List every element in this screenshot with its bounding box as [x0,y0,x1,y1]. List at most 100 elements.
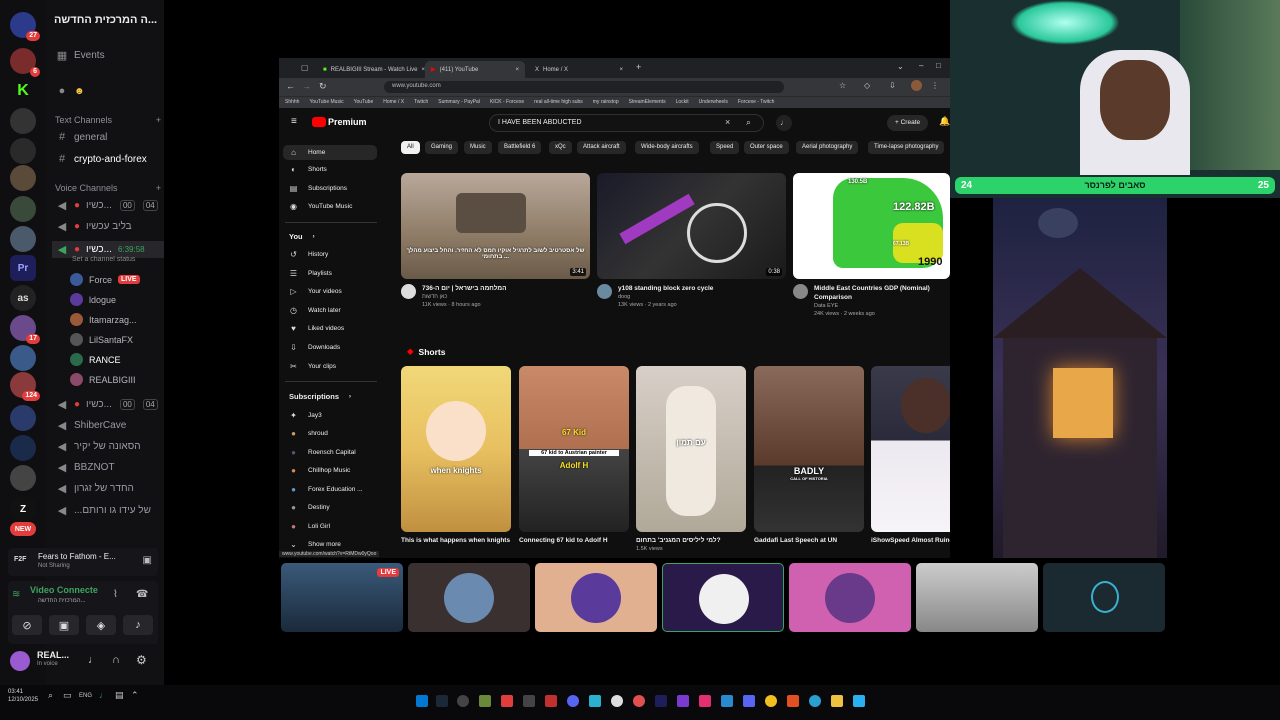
search-icon[interactable]: ⌕ [746,117,751,128]
channel-avatar[interactable] [793,284,808,299]
clear-search-icon[interactable]: × [725,117,730,127]
short-title[interactable]: This is what happens when knights mistak… [401,536,511,545]
add-channel-icon[interactable]: + [156,183,161,193]
soundboard-button[interactable]: ♪ [123,615,153,635]
voice-user[interactable]: RANCE [70,353,121,366]
app-icon[interactable] [501,695,513,707]
menu-icon[interactable]: ⋮ [931,81,939,90]
bookmark-item[interactable]: real all-time high subs [534,99,583,105]
bookmark-item[interactable]: YouTube [354,99,374,105]
activities-button[interactable]: ◈ [86,615,116,635]
app-icon[interactable] [457,695,469,707]
clock[interactable]: 03:41 12/10/2025 [8,688,38,704]
search-icon[interactable]: ⌕ [48,690,53,701]
short-thumbnail[interactable]: 67 Kid 67 kid to Austrian painter Adolf … [519,366,629,532]
edge-icon[interactable] [809,695,821,707]
bookmark-item[interactable]: Twitch [414,99,428,105]
nav-history[interactable]: ↺ History [289,250,328,259]
app-icon[interactable] [633,695,645,707]
participant-tile[interactable] [916,563,1038,632]
url-bar[interactable]: www.youtube.com [384,81,784,93]
video-title[interactable]: Middle East Countries GDP (Nominal) Comp… [814,284,950,302]
app-icon[interactable] [677,695,689,707]
channel-avatar[interactable] [401,284,416,299]
voice-channel[interactable]: ◀ ● כשיו... 00 04 [56,398,162,411]
video-title[interactable]: y108 standing block zero cycle [618,284,713,293]
participant-tile[interactable] [1043,563,1165,632]
server-icon[interactable] [10,405,36,431]
voice-channel[interactable]: ◀ החדר של זגרון [56,482,162,495]
channel-general[interactable]: # general [56,131,162,143]
events-item[interactable]: ▦ Events [56,49,162,62]
channel-avatar[interactable] [597,284,612,299]
voice-channel[interactable]: ◀ BBZNOT [56,461,162,474]
video-card[interactable]: 122.82B 130.5B 67.13B 1990 Middle East C… [793,173,950,318]
youtube-logo-icon[interactable] [312,117,326,127]
bookmark-item[interactable]: KICK - Forcexe [490,99,524,105]
chip[interactable]: Attack aircraft [577,141,626,154]
tab-search-icon[interactable]: ▢ [301,63,309,72]
server-as-icon[interactable]: as [10,285,36,311]
server-icon[interactable] [10,435,36,461]
camera-off-button[interactable]: ⊘ [12,615,42,635]
voice-channels-header[interactable]: Voice Channels + [55,183,161,193]
chip[interactable]: xQc [549,141,572,154]
app-icon[interactable] [611,695,623,707]
chip[interactable]: Time-lapse photography [868,141,945,154]
search-input[interactable]: I HAVE BEEN ABDUCTED [489,114,764,132]
chevron-down-icon[interactable]: ⌄ [897,62,904,71]
short-card[interactable]: when knights This is what happens when k… [401,366,511,545]
add-channel-icon[interactable]: + [156,115,161,125]
video-thumbnail[interactable]: 122.82B 130.5B 67.13B 1990 [793,173,950,279]
short-title[interactable]: Connecting 67 kid to Adolf H [519,536,629,545]
tab-x[interactable]: X Home / X × [529,61,629,78]
participant-tile[interactable] [535,563,657,632]
app-icon[interactable] [743,695,755,707]
voice-user[interactable]: REALBIGIII [70,373,136,386]
server-z-icon[interactable]: Z [10,496,36,522]
folder-icon[interactable] [831,695,843,707]
video-thumbnail[interactable]: של אסטרטיב לשוב לתרגיל אוקיו חמס לא החזי… [401,173,590,279]
bookmark-item[interactable]: Summary - PayPal [438,99,480,105]
participant-tile[interactable]: LIVE [281,563,403,632]
chip[interactable]: Wide-body aircrafts [635,141,699,154]
nav-your-videos[interactable]: ▷ Your videos [289,287,341,296]
server-icon[interactable]: 17 [10,315,40,344]
server-icon[interactable] [10,196,36,222]
app-icon[interactable] [523,695,535,707]
short-card[interactable]: 67 Kid 67 kid to Austrian painter Adolf … [519,366,629,545]
minimize-icon[interactable]: – [919,61,923,70]
sub-channel[interactable]: ✦ Jay3 [289,411,322,420]
chip[interactable]: Aerial photography [796,141,859,154]
short-thumbnail[interactable]: עם תמון [636,366,746,532]
short-title[interactable]: Gaddafi Last Speech at UN [754,536,864,545]
disconnect-icon[interactable]: ☎ [136,589,148,600]
download-icon[interactable]: ⇩ [889,81,896,90]
server-icon[interactable] [10,108,36,134]
video-title[interactable]: המלחמה בישראל | יום ה-736 [422,284,506,293]
chrome-icon[interactable] [765,695,777,707]
server-icon[interactable] [10,465,36,491]
short-title[interactable]: למי ליליסים המגניב' בתחום? [636,536,746,545]
server-icon[interactable] [10,138,36,164]
sub-channel[interactable]: ● Roensch Capital [289,448,356,457]
short-card[interactable]: iShowSpeed Almost Ruined A Fan's Career [871,366,950,545]
voice-channel-name[interactable]: המרכזית החדשה... [38,598,86,604]
app-icon[interactable] [479,695,491,707]
noise-suppression-icon[interactable]: ⌇ [113,589,118,600]
participant-tile[interactable] [408,563,530,632]
star-icon[interactable]: ☆ [839,81,846,90]
brave-icon[interactable] [787,695,799,707]
kick-icon[interactable]: K [10,78,36,104]
voice-user[interactable]: LilSantaFX [70,333,133,346]
voice-channel[interactable]: ◀ הסאונה של יקיר [56,440,162,453]
show-more[interactable]: ⌄ Show more [289,540,341,549]
back-icon[interactable]: ← [286,81,295,91]
subscriptions-header[interactable]: Subscriptions › [289,392,351,401]
sub-channel[interactable]: ● shroud [289,429,328,438]
voice-channel[interactable]: ◀ ● בליב עכשיו [56,220,162,233]
chip[interactable]: Battlefield 6 [498,141,542,154]
server-icon[interactable] [10,226,36,252]
video-thumbnail[interactable]: 0:38 [597,173,786,279]
chip-all[interactable]: All [401,141,420,154]
